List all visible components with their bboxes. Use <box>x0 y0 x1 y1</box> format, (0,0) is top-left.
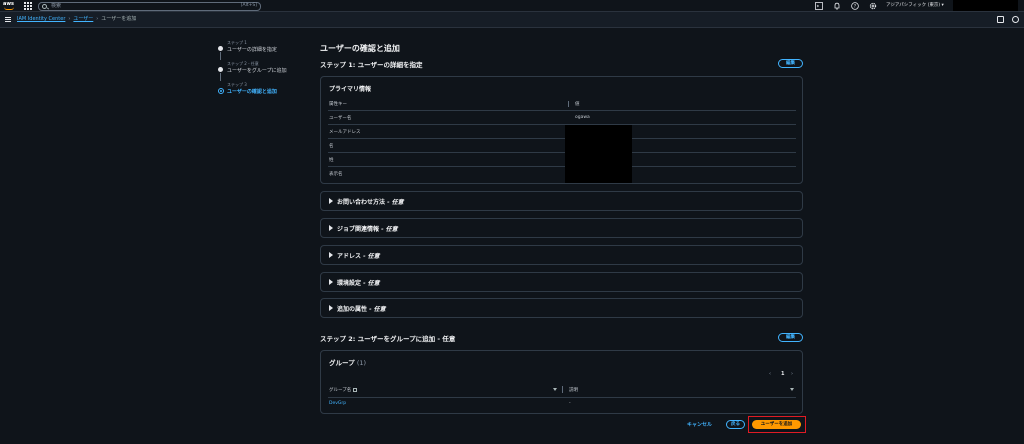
kv-row: ユーザー名 ogawa <box>328 110 796 124</box>
aws-logo[interactable]: aws <box>3 1 17 11</box>
chevron-right-icon: › <box>68 16 71 22</box>
edit-step1-button[interactable]: 編集 <box>778 59 803 68</box>
cancel-button[interactable]: キャンセル <box>687 421 712 428</box>
chevron-left-icon[interactable]: ‹ <box>769 371 771 377</box>
step-dot-icon <box>218 46 223 51</box>
expander-label: 環境設定 - 任意 <box>337 280 380 287</box>
expander-job[interactable]: ジョブ関連情報 - 任意 <box>320 218 803 238</box>
step-2[interactable]: ステップ 2 - 任意 ユーザーをグループに追加 <box>218 59 308 81</box>
breadcrumb: IAM Identity Center › ユーザー › ユーザーを追加 <box>17 16 136 23</box>
step-label: ユーザーをグループに追加 <box>227 68 287 74</box>
top-navigation: aws [Alt+S] ? アジアパシフィック (東京) ▾ <box>0 0 1024 12</box>
step-dot-icon <box>218 67 223 72</box>
header-value: 値 <box>575 102 580 107</box>
step-3: ステップ 3 ユーザーの確認と追加 <box>217 80 308 101</box>
kv-value: ogawa <box>575 115 590 120</box>
region-selector[interactable]: アジアパシフィック (東京) ▾ <box>886 2 944 10</box>
kv-row: 姓 <box>328 152 796 166</box>
search-icon <box>42 3 47 9</box>
group-card: グループ (1) ‹ 1 › グループ名 説明 DevGrp - <box>320 350 803 414</box>
col-group-name: グループ名 <box>329 387 358 393</box>
expander-contact[interactable]: お問い合わせ方法 - 任意 <box>320 191 803 211</box>
expander-preferences[interactable]: 環境設定 - 任意 <box>320 272 803 292</box>
menu-icon[interactable] <box>5 17 11 22</box>
step-1[interactable]: ステップ 1 ユーザーの詳細を指定 <box>218 38 308 60</box>
kv-row: メールアドレス <box>328 124 796 138</box>
table-row: DevGrp - <box>328 397 796 409</box>
header-key: 属性キー <box>329 102 347 107</box>
col-description: 説明 <box>569 388 578 393</box>
kv-key: 表示名 <box>329 172 343 177</box>
settings-panel-icon[interactable] <box>1012 16 1019 23</box>
kv-key: メールアドレス <box>329 130 361 135</box>
chevron-right-icon[interactable]: › <box>791 371 793 377</box>
kv-key: ユーザー名 <box>329 116 352 121</box>
help-icon[interactable]: ? <box>851 2 859 10</box>
kv-row: 名 <box>328 138 796 152</box>
cloudshell-icon[interactable] <box>815 2 823 10</box>
caret-right-icon <box>329 252 333 258</box>
page-number[interactable]: 1 <box>781 371 784 377</box>
group-description: - <box>569 401 571 406</box>
breadcrumb-users[interactable]: ユーザー <box>73 16 93 22</box>
step-label: ユーザーの確認と追加 <box>227 89 277 95</box>
sort-icon[interactable] <box>553 388 557 391</box>
add-user-button[interactable]: ユーザーを追加 <box>752 419 801 429</box>
step1-title: ステップ 1: ユーザーの詳細を指定 <box>320 61 423 69</box>
expander-label: アドレス - 任意 <box>337 253 380 260</box>
expander-address[interactable]: アドレス - 任意 <box>320 245 803 265</box>
primary-info-card: プライマリ情報 属性キー 値 ユーザー名 ogawa メールアドレス 名 姓 表… <box>320 76 803 184</box>
kv-key: 姓 <box>329 158 334 163</box>
back-button[interactable]: 戻る <box>726 420 745 429</box>
kv-row: 表示名 <box>328 166 796 180</box>
group-title: グループ (1) <box>329 359 367 367</box>
pagination: ‹ 1 › <box>769 371 799 379</box>
wizard-steps: ステップ 1 ユーザーの詳細を指定 ステップ 2 - 任意 ユーザーをグループに… <box>217 38 308 101</box>
chevron-right-icon: › <box>96 16 99 22</box>
sort-icon[interactable] <box>790 388 794 391</box>
expander-additional-attributes[interactable]: 追加の属性 - 任意 <box>320 298 803 318</box>
breadcrumb-current: ユーザーを追加 <box>101 16 137 22</box>
edit-step2-button[interactable]: 編集 <box>778 333 803 342</box>
redacted-block <box>565 125 632 183</box>
step2-title: ステップ 2: ユーザーをグループに追加 - 任意 <box>320 335 456 343</box>
expander-label: 追加の属性 - 任意 <box>337 306 386 313</box>
caret-right-icon <box>329 225 333 231</box>
bell-icon[interactable] <box>833 2 841 10</box>
breadcrumb-bar: IAM Identity Center › ユーザー › ユーザーを追加 <box>0 12 1024 28</box>
caret-right-icon <box>329 198 333 204</box>
page-title: ユーザーの確認と追加 <box>320 44 400 53</box>
search-box[interactable]: [Alt+S] <box>38 1 261 11</box>
highlight-box: ユーザーを追加 <box>748 416 806 433</box>
step-label: ユーザーの詳細を指定 <box>227 47 277 53</box>
search-input[interactable] <box>51 2 211 10</box>
kv-key: 名 <box>329 144 334 149</box>
group-count: (1) <box>356 359 367 367</box>
caret-right-icon <box>329 305 333 311</box>
services-grid-icon[interactable] <box>24 2 32 10</box>
expander-label: ジョブ関連情報 - 任意 <box>337 226 398 233</box>
breadcrumb-iam-identity-center[interactable]: IAM Identity Center <box>17 16 65 22</box>
kv-header: 属性キー 値 <box>328 100 796 108</box>
gear-icon[interactable] <box>869 2 877 10</box>
account-menu-redacted[interactable] <box>953 0 1018 11</box>
external-link-icon <box>353 388 358 392</box>
step-dot-icon <box>217 88 224 94</box>
card-title: プライマリ情報 <box>329 86 372 93</box>
group-table-header: グループ名 説明 <box>328 385 796 394</box>
expander-label: お問い合わせ方法 - 任意 <box>337 199 404 206</box>
caret-right-icon <box>329 279 333 285</box>
search-shortcut: [Alt+S] <box>240 3 257 8</box>
info-panel-icon[interactable] <box>997 16 1004 23</box>
group-link[interactable]: DevGrp <box>329 401 346 406</box>
